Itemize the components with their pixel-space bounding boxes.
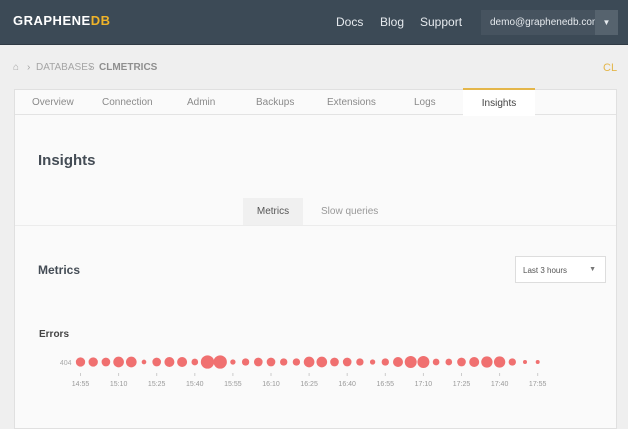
bubble[interactable] bbox=[356, 358, 364, 366]
x-tick-label: 15:25 bbox=[148, 381, 166, 388]
bubble[interactable] bbox=[404, 356, 417, 368]
bubble[interactable] bbox=[253, 357, 263, 367]
x-tick-label: 15:10 bbox=[110, 381, 128, 388]
x-tick-label: 16:10 bbox=[262, 381, 280, 388]
bubble[interactable] bbox=[481, 356, 493, 368]
bubble[interactable] bbox=[417, 356, 430, 368]
series-label: 404 bbox=[60, 360, 72, 367]
bubble[interactable] bbox=[200, 355, 215, 369]
bubble[interactable] bbox=[177, 357, 188, 367]
bubble[interactable] bbox=[445, 358, 453, 366]
bubble[interactable] bbox=[113, 356, 124, 368]
x-tick-label: 16:25 bbox=[300, 381, 318, 388]
bubble[interactable] bbox=[152, 357, 162, 367]
x-tick-label: 17:55 bbox=[529, 381, 547, 388]
bubble[interactable] bbox=[523, 360, 527, 364]
bubble[interactable] bbox=[191, 358, 199, 366]
bubble[interactable] bbox=[125, 356, 137, 368]
x-tick-label: 17:40 bbox=[491, 381, 509, 388]
x-tick-label: 17:10 bbox=[415, 381, 433, 388]
bubble[interactable] bbox=[280, 358, 288, 366]
bubble[interactable] bbox=[75, 357, 86, 367]
bubble[interactable] bbox=[241, 358, 250, 366]
x-tick-label: 15:40 bbox=[186, 381, 204, 388]
bubble[interactable] bbox=[457, 357, 466, 367]
bubble[interactable] bbox=[469, 357, 480, 367]
bubble[interactable] bbox=[432, 358, 440, 366]
bubble[interactable] bbox=[493, 356, 506, 368]
bubble[interactable] bbox=[88, 357, 98, 367]
bubble[interactable] bbox=[303, 356, 315, 368]
bubble[interactable] bbox=[381, 358, 389, 366]
bubble[interactable] bbox=[535, 360, 540, 364]
errors-chart: 404 14:55 15:10 15:25 15:40 15:55 16:10 16:25 16… bbox=[60, 355, 547, 388]
bubble[interactable] bbox=[101, 357, 111, 367]
x-tick-label: 16:55 bbox=[377, 381, 395, 388]
bubble[interactable] bbox=[342, 357, 352, 367]
x-tick-label: 17:25 bbox=[453, 381, 471, 388]
x-tick-label: 14:55 bbox=[72, 381, 90, 388]
bubble[interactable] bbox=[213, 355, 227, 369]
bubble[interactable] bbox=[230, 359, 236, 365]
bubble[interactable] bbox=[369, 359, 376, 365]
bubble[interactable] bbox=[316, 356, 328, 368]
bubble[interactable] bbox=[330, 357, 339, 367]
x-tick-label: 15:55 bbox=[224, 381, 242, 388]
bubble[interactable] bbox=[508, 358, 516, 366]
bubble[interactable] bbox=[266, 357, 276, 367]
bubble[interactable] bbox=[141, 359, 147, 365]
bubble[interactable] bbox=[393, 357, 403, 367]
bubble[interactable] bbox=[164, 357, 175, 367]
x-tick-label: 16:40 bbox=[338, 381, 356, 388]
bubble[interactable] bbox=[292, 358, 301, 366]
